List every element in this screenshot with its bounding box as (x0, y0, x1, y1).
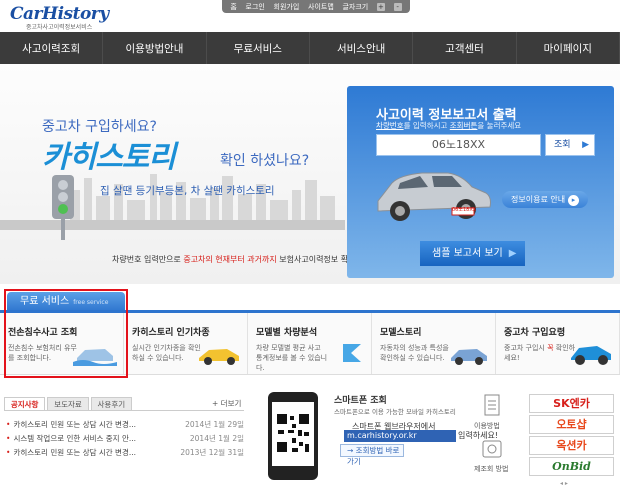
qr-code-icon (272, 402, 314, 466)
view-method-label: 조회방법 바로가기 (347, 446, 400, 466)
news-title: 카히스토리 민원 또는 상담 시간 변경... (13, 448, 137, 457)
hero-line-2: 확인 하셨나요? (220, 153, 310, 169)
fee-guide-label: 정보이용료 안내 (511, 195, 566, 204)
logo[interactable]: CarHistory 중고차사고이력정보서비스 (10, 4, 109, 31)
nav-usage-guide[interactable]: 이용방법안내 (103, 32, 207, 64)
main-nav: 사고이력조회 이용방법안내 무료서비스 서비스안내 고객센터 마이페이지 (0, 32, 620, 64)
news-row[interactable]: • 시스템 작업으로 인한 서비스 중지 안... 2014년 1월 2일 (6, 433, 244, 444)
report-sub-mid: 를 입력하시고 (403, 121, 450, 130)
svc-desc: 중고차 구입시 꼭 확인하세요! (504, 343, 576, 363)
svc-desc: 차량 모델별 평균 사고 통계정보를 볼 수 있습니다. (256, 344, 328, 372)
logo-text: CarHistory (10, 4, 109, 24)
font-plus-button[interactable]: + (376, 2, 385, 11)
smartphone-subtitle: 스마트폰으로 이용 가능한 모바일 카히스토리 (334, 408, 456, 416)
report-instructions: 차량번호를 입력하시고 조회버튼을 눌러주세요 (376, 120, 521, 131)
usage-label: 이용방법 (474, 422, 500, 430)
news-row[interactable]: • 카히스토리 민원 또는 상담 시간 변경... 2013년 12월 31일 (6, 447, 244, 458)
news-title: 카히스토리 민원 또는 상담 시간 변경... (13, 420, 137, 429)
smartphone-title: 스마트폰 조회 (334, 396, 387, 406)
blue-car-icon (451, 349, 487, 365)
banner-onbid[interactable]: OnBid (529, 457, 614, 476)
sample-report-button[interactable]: 샘플 보고서 보기 ▶ (420, 241, 525, 266)
bullet-icon: • (6, 448, 11, 457)
bullet-icon: • (6, 434, 11, 443)
tab-reviews[interactable]: 사용후기 (90, 397, 132, 411)
hero-bottom-red: 중고차의 현재부터 과거까지 (183, 255, 277, 264)
hero-tagline: 집 살땐 등기부등본, 차 살땐 카히스토리 (100, 185, 275, 197)
logo-subtitle: 중고차사고이력정보서비스 (26, 24, 93, 31)
arrow-right-icon: ▶ (508, 248, 517, 259)
nav-my-page[interactable]: 마이페이지 (517, 32, 620, 64)
news-title: 시스템 작업으로 인한 서비스 중지 안... (13, 434, 137, 443)
hero-bottom-a: 차량번호 입력만으로 (112, 255, 184, 264)
sample-report-label: 샘플 보고서 보기 (432, 248, 503, 259)
mobile-url: m.carhistory.or.kr (344, 430, 456, 442)
usage-document-icon[interactable] (480, 394, 504, 416)
nav-customer-center[interactable]: 고객센터 (413, 32, 517, 64)
analysis-chart-icon (343, 344, 361, 362)
svc-model-analysis[interactable]: 모델별 차량분석 차량 모델별 평균 사고 통계정보를 볼 수 있습니다. (248, 313, 372, 374)
arrow-right-icon: ▶ (582, 140, 589, 150)
font-minus-button[interactable]: - (393, 2, 402, 11)
svc-desc: 실시간 인기차종을 확인하실 수 있습니다. (132, 344, 201, 362)
util-join-link[interactable]: 회원가입 (274, 2, 300, 12)
tab-press[interactable]: 보도자료 (47, 397, 89, 411)
svc-model-story[interactable]: 모델스토리 자동차의 성능과 특성을 확인하실 수 있습니다. (372, 313, 496, 374)
tab-notice[interactable]: 공지사항 (4, 397, 46, 411)
news-row[interactable]: • 카히스토리 민원 또는 상담 시간 변경... 2014년 1월 29일 (6, 419, 244, 430)
nav-service-info[interactable]: 서비스안내 (310, 32, 414, 64)
fee-guide-button[interactable]: 정보이용료 안내 ▸ (502, 191, 588, 208)
banner-sk-encar[interactable]: SK엔카 (529, 394, 614, 413)
news-divider (4, 410, 244, 411)
svc-title: 중고차 구입요령 (504, 328, 566, 338)
sports-car-icon (571, 346, 611, 365)
banner-pager[interactable]: ◂ ▸ (560, 480, 568, 487)
search-button-label: 조회 (554, 140, 571, 150)
traffic-light-icon (52, 175, 74, 240)
arrow-icon: ▸ (568, 195, 580, 206)
plate-number-input[interactable]: 06노18XX (376, 134, 541, 156)
svc-popular-models[interactable]: 카히스토리 인기차종 실시간 인기차종을 확인하실 수 있습니다. (124, 313, 248, 374)
manufacturer-lookup-icon[interactable] (480, 438, 504, 460)
nav-free-service[interactable]: 무료서비스 (207, 32, 310, 64)
svc-desc: 자동차의 성능과 특성을 확인하실 수 있습니다. (380, 344, 449, 362)
utility-bar: 홈 로그인 회원가입 사이트맵 글자크기 + - (222, 0, 410, 13)
svc-title: 모델스토리 (380, 328, 422, 338)
news-tabs: 공지사항 보도자료 사용후기 (4, 397, 134, 411)
report-sub-end: 을 눌러주세요 (477, 121, 522, 130)
news-date: 2014년 1월 2일 (189, 434, 244, 443)
bullet-icon: • (6, 420, 11, 429)
news-date: 2014년 1월 29일 (185, 420, 244, 429)
view-method-button[interactable]: → 조회방법 바로가기 (340, 444, 404, 466)
hero-brand: 카히스토리 (42, 140, 176, 175)
car-plate-text: 06노18XX (452, 207, 477, 213)
banner-auction-car[interactable]: 옥션카 (529, 436, 614, 455)
highlight-box (4, 289, 128, 378)
svc-title: 모델별 차량분석 (256, 328, 318, 338)
more-link[interactable]: + 더보기 (212, 398, 241, 409)
util-sitemap-link[interactable]: 사이트맵 (308, 2, 334, 12)
util-font-size-label: 글자크기 (342, 2, 369, 11)
banner-autoshop[interactable]: 오토샵 (529, 415, 614, 434)
nav-accident-history[interactable]: 사고이력조회 (0, 32, 104, 64)
suv-car-illustration (377, 172, 491, 221)
util-home-link[interactable]: 홈 (230, 2, 236, 12)
manufacturer-label: 제조회 방법 (474, 465, 509, 473)
util-login-link[interactable]: 로그인 (246, 2, 265, 12)
search-button[interactable]: 조회 ▶ (545, 134, 595, 156)
report-link-plate[interactable]: 차량번호 (376, 121, 404, 130)
svc-buying-tips[interactable]: 중고차 구입요령 중고차 구입시 꼭 확인하세요! (496, 313, 620, 374)
yellow-car-icon (199, 349, 239, 365)
news-date: 2013년 12월 31일 (180, 448, 244, 457)
report-link-search[interactable]: 조회버튼 (450, 121, 478, 130)
svc-desc-a: 중고차 구입시 (504, 344, 548, 352)
svc-title: 카히스토리 인기차종 (132, 328, 210, 338)
